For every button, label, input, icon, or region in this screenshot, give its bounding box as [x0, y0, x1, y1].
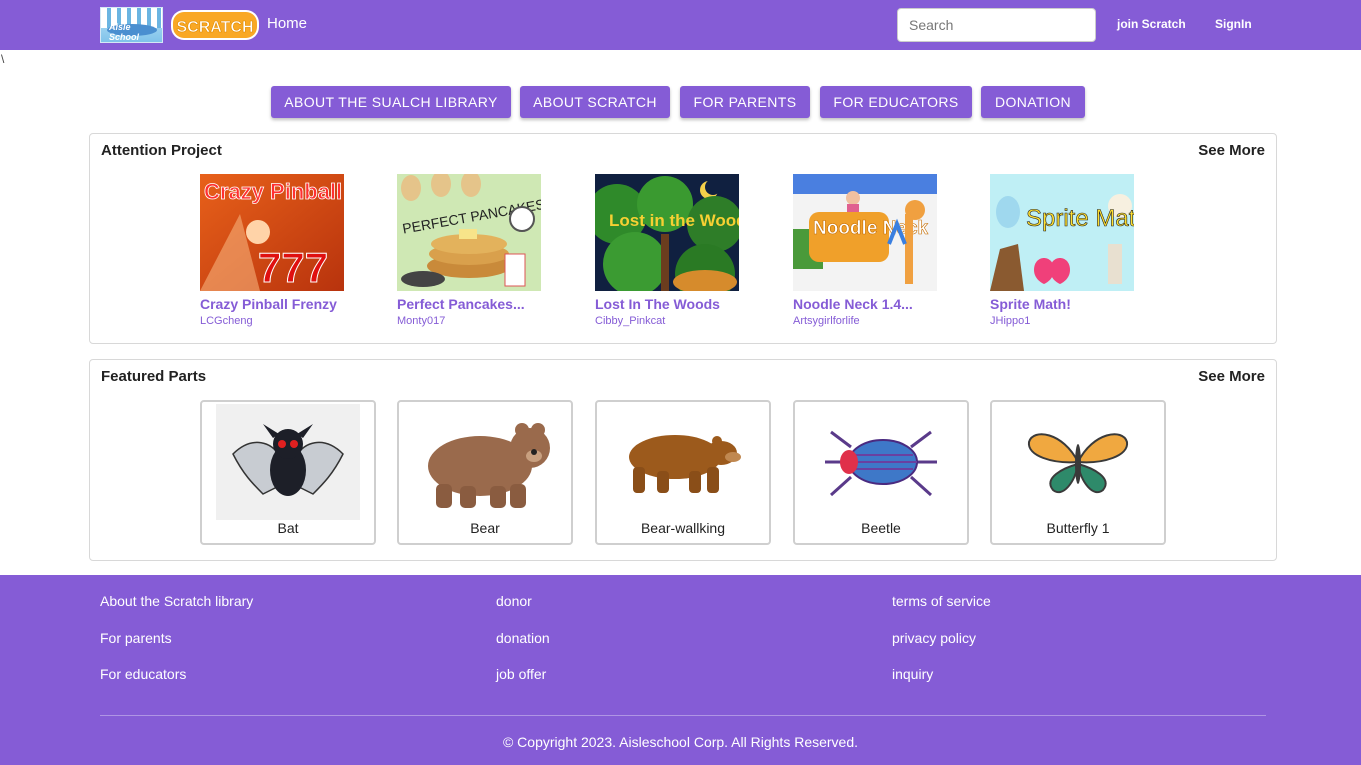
project-card[interactable]: Crazy Pinball 777 Crazy Pinball Frenzy L… — [200, 174, 360, 327]
footer-link-for-parents[interactable]: For parents — [100, 630, 172, 646]
project-author[interactable]: Artsygirlforlife — [793, 315, 953, 327]
project-thumbnail[interactable]: Crazy Pinball 777 — [200, 174, 344, 291]
footer-link-for-educators[interactable]: For educators — [100, 666, 186, 682]
project-author[interactable]: LCGcheng — [200, 315, 360, 327]
part-card[interactable]: Beetle — [793, 400, 969, 545]
section-title: Attention Project — [101, 142, 222, 159]
thumb-text: Sprite Math — [1026, 205, 1134, 232]
bear-icon — [413, 404, 557, 520]
thumb-text: Lost in the Woods — [609, 211, 739, 230]
footer: About the Scratch library For parents Fo… — [0, 575, 1361, 765]
thumb-sub: 777 — [258, 244, 328, 291]
nav-donation-button[interactable]: DONATION — [981, 86, 1085, 118]
search-input[interactable] — [897, 8, 1096, 42]
bat-icon — [216, 404, 360, 520]
project-thumbnail[interactable]: Noodle Neck — [793, 174, 937, 291]
footer-divider — [100, 715, 1266, 716]
footer-link-privacy[interactable]: privacy policy — [892, 630, 976, 646]
project-card[interactable]: PERFECT PANCAKES Perfect Pancakes... Mon… — [397, 174, 557, 327]
scratch-logo-text: SCRATCH — [176, 19, 253, 36]
project-card[interactable]: Lost in the Woods Lost In The Woods Cibb… — [595, 174, 755, 327]
top-nav-bar: Aisle School SCRATCH Home join Scratch S… — [0, 0, 1361, 50]
logo-text: Aisle School — [109, 22, 140, 42]
stray-backslash: \ — [1, 52, 5, 66]
section-title: Featured Parts — [101, 368, 207, 385]
join-scratch-link[interactable]: join Scratch — [1117, 17, 1186, 31]
nav-for-parents-button[interactable]: FOR PARENTS — [680, 86, 810, 118]
part-card[interactable]: Butterfly 1 — [990, 400, 1166, 545]
nav-about-library-button[interactable]: ABOUT THE SUALCH LIBRARY — [271, 86, 511, 118]
project-thumbnail[interactable]: PERFECT PANCAKES — [397, 174, 541, 291]
scratch-logo[interactable]: SCRATCH — [170, 8, 260, 42]
project-card[interactable]: Sprite Math Sprite Math! JHippo1 — [990, 174, 1150, 327]
bear-walking-icon — [611, 404, 755, 520]
footer-link-about-library[interactable]: About the Scratch library — [100, 593, 253, 609]
project-title[interactable]: Perfect Pancakes... — [397, 296, 557, 312]
part-label: Bear — [470, 520, 500, 536]
project-card[interactable]: Noodle Neck Noodle Neck 1.4... Artsygirl… — [793, 174, 953, 327]
project-thumbnail[interactable]: Lost in the Woods — [595, 174, 739, 291]
see-more-link[interactable]: See More — [1198, 142, 1265, 159]
part-label: Bat — [277, 520, 299, 536]
project-author[interactable]: Monty017 — [397, 315, 557, 327]
project-title[interactable]: Crazy Pinball Frenzy — [200, 296, 360, 312]
footer-link-inquiry[interactable]: inquiry — [892, 666, 933, 682]
part-label: Bear-wallking — [640, 520, 726, 536]
see-more-link[interactable]: See More — [1198, 368, 1265, 385]
butterfly-icon — [1006, 404, 1150, 520]
part-card[interactable]: Bear — [397, 400, 573, 545]
project-thumbnail[interactable]: Sprite Math — [990, 174, 1134, 291]
footer-link-donation[interactable]: donation — [496, 630, 550, 646]
nav-about-scratch-button[interactable]: ABOUT SCRATCH — [520, 86, 670, 118]
footer-link-donor[interactable]: donor — [496, 593, 532, 609]
footer-link-terms[interactable]: terms of service — [892, 593, 991, 609]
home-link[interactable]: Home — [267, 15, 307, 32]
aisle-school-logo[interactable]: Aisle School — [100, 7, 163, 43]
part-card[interactable]: Bear-wallking — [595, 400, 771, 545]
nav-for-educators-button[interactable]: FOR EDUCATORS — [820, 86, 972, 118]
copyright-text: © Copyright 2023. Aisleschool Corp. All … — [502, 734, 859, 750]
project-author[interactable]: Cibby_Pinkcat — [595, 315, 755, 327]
part-label: Beetle — [861, 520, 901, 536]
footer-link-job-offer[interactable]: job offer — [496, 666, 546, 682]
project-title[interactable]: Noodle Neck 1.4... — [793, 296, 953, 312]
part-label: Butterfly 1 — [1046, 520, 1110, 536]
attention-project-section: Attention Project See More Crazy Pinball… — [89, 133, 1277, 344]
project-title[interactable]: Lost In The Woods — [595, 296, 755, 312]
signin-link[interactable]: SignIn — [1215, 17, 1252, 31]
part-card[interactable]: Bat — [200, 400, 376, 545]
featured-parts-section: Featured Parts See More Bat Bear Bear-wa… — [89, 359, 1277, 561]
beetle-icon — [809, 404, 953, 520]
project-author[interactable]: JHippo1 — [990, 315, 1150, 327]
thumb-text: Crazy Pinball — [204, 179, 342, 204]
project-title[interactable]: Sprite Math! — [990, 296, 1150, 312]
